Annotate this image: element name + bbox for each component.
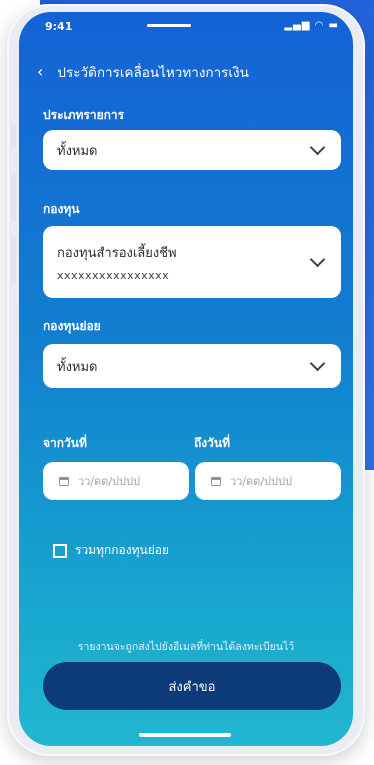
sub-fund-label: กองทุนย่อย — [43, 319, 101, 333]
date-from-label: จากวันที่ — [43, 436, 87, 450]
calendar-icon — [211, 476, 221, 486]
date-from-placeholder: วว/ดด/ปปปป — [78, 475, 140, 488]
fund-label: กองทุน — [43, 202, 80, 216]
date-to-input[interactable]: วว/ดด/ปปปป — [195, 462, 341, 500]
volume-down-button — [11, 236, 16, 284]
transaction-type-label: ประเภทรายการ — [43, 108, 125, 122]
volume-up-button — [11, 174, 16, 222]
mute-switch — [11, 124, 16, 148]
calendar-icon — [59, 476, 69, 486]
date-to-placeholder: วว/ดด/ปปปป — [230, 475, 292, 488]
sub-fund-select[interactable]: ทั้งหมด — [43, 344, 341, 388]
combine-sub-funds-option[interactable]: รวมทุกกองทุนย่อย — [53, 541, 169, 560]
header: ‹ ประวัติการเคลื่อนไหวทางการเงิน — [37, 60, 337, 84]
back-icon[interactable]: ‹ — [37, 64, 43, 80]
sub-fund-value: ทั้งหมด — [57, 359, 98, 375]
chevron-down-icon — [309, 251, 326, 268]
transaction-type-select[interactable]: ทั้งหมด — [43, 130, 341, 170]
battery-icon: ▬ — [328, 20, 339, 31]
combine-checkbox[interactable] — [53, 543, 67, 558]
status-time: 9:41 — [45, 20, 73, 33]
fund-value: กองทุนสำรองเลี้ยงชีพ — [57, 246, 177, 261]
speaker-notch — [147, 24, 191, 27]
date-to-label: ถึงวันที่ — [194, 436, 230, 450]
chevron-down-icon — [309, 355, 326, 372]
app-screen: 9:41 ▂▄▆ ◠ ▬ ‹ ประวัติการเคลื่อนไหวทางกา… — [19, 12, 353, 746]
home-indicator — [139, 733, 231, 737]
status-icons: ▂▄▆ ◠ ▬ — [284, 20, 339, 31]
date-from-input[interactable]: วว/ดด/ปปปป — [43, 462, 189, 500]
submit-button[interactable]: ส่งคำขอ — [43, 662, 341, 710]
chevron-down-icon — [309, 139, 326, 156]
fund-code: xxxxxxxxxxxxxxxx — [57, 269, 170, 282]
transaction-type-value: ทั้งหมด — [57, 143, 98, 159]
email-notice: รายงานจะถูกส่งไปยังอีเมลที่ท่านได้ลงทะเบ… — [77, 641, 295, 653]
signal-icon: ▂▄▆ — [284, 20, 311, 31]
wifi-icon: ◠ — [314, 20, 325, 31]
combine-checkbox-label: รวมทุกกองทุนย่อย — [75, 543, 169, 557]
fund-select[interactable]: กองทุนสำรองเลี้ยงชีพ xxxxxxxxxxxxxxxx — [43, 226, 341, 298]
page-title: ประวัติการเคลื่อนไหวทางการเงิน — [57, 65, 249, 81]
